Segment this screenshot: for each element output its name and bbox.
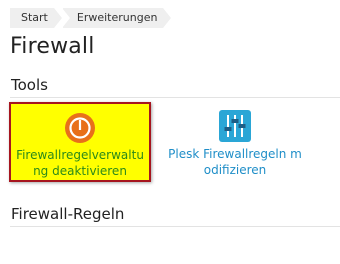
section-title-tools: Tools [11, 76, 48, 94]
modify-plesk-firewall-rules-button[interactable]: Plesk Firewallregeln modifizieren [164, 102, 306, 182]
breadcrumb-item-start[interactable]: Start [10, 8, 62, 28]
section-divider [10, 97, 340, 98]
sliders-icon [219, 110, 251, 142]
page-title: Firewall [10, 34, 95, 59]
tile-label: Firewallregelverwaltung deaktivieren [16, 148, 144, 178]
breadcrumb-item-erweiterungen[interactable]: Erweiterungen [61, 8, 171, 28]
section-divider [10, 226, 340, 227]
tile-label: Plesk Firewallregeln modifizieren [168, 147, 302, 177]
power-icon [64, 112, 96, 144]
breadcrumb: Start Erweiterungen [10, 8, 172, 28]
disable-firewall-management-button[interactable]: Firewallregelverwaltung deaktivieren [9, 102, 151, 182]
section-title-firewall-rules: Firewall-Regeln [11, 205, 125, 223]
firewall-page: Start Erweiterungen Firewall Tools Firew… [0, 0, 340, 264]
